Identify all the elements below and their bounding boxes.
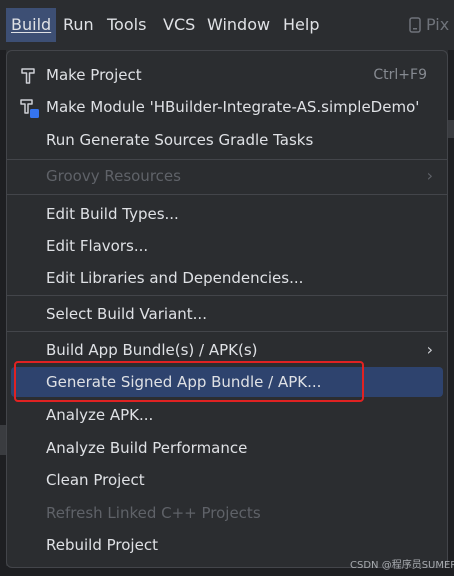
module-hammer-icon [19,98,39,118]
edit-flavors-item[interactable]: Edit Flavors... [11,231,443,261]
menu-window-label: Window [207,15,271,34]
menu-separator [7,159,447,160]
menu-separator [7,331,447,332]
menu-separator [7,194,447,195]
refresh-linked-cpp-item: Refresh Linked C++ Projects [11,498,443,528]
edit-build-types-item[interactable]: Edit Build Types... [11,199,443,229]
menu-window[interactable]: Window [202,8,275,42]
editor-right-gutter [448,50,454,576]
clean-project-label: Clean Project [46,471,145,489]
build-menu-dropdown: Make Project Ctrl+F9 Make Module 'HBuild… [6,50,448,568]
select-build-variant-item[interactable]: Select Build Variant... [11,299,443,329]
menu-run[interactable]: Run [58,8,99,42]
gutter-marker [448,120,454,138]
hammer-icon [19,66,39,86]
refresh-linked-cpp-label: Refresh Linked C++ Projects [46,504,261,522]
submenu-arrow-icon: › [426,166,433,185]
analyze-build-performance-item[interactable]: Analyze Build Performance [11,433,443,463]
analyze-apk-label: Analyze APK... [46,406,154,424]
menu-tools-label: Tools [107,15,147,34]
menu-help[interactable]: Help [278,8,324,42]
menu-build-label: Build [11,15,52,34]
make-module-item[interactable]: Make Module 'HBuilder-Integrate-AS.simpl… [11,92,443,122]
groovy-resources-label: Groovy Resources [46,167,181,185]
menu-tools[interactable]: Tools [102,8,151,42]
submenu-arrow-icon: › [426,340,433,359]
select-build-variant-label: Select Build Variant... [46,305,207,323]
watermark: CSDN @程序员SUMER [350,560,454,571]
edit-flavors-label: Edit Flavors... [46,237,149,255]
menu-vcs-label: VCS [163,15,196,34]
menu-build[interactable]: Build [6,8,57,42]
rebuild-project-label: Rebuild Project [46,536,158,554]
menu-help-label: Help [283,15,320,34]
device-icon [409,17,421,33]
menu-bar: Build Run Tools VCS Window Help Pix [0,0,454,50]
edit-build-types-label: Edit Build Types... [46,205,179,223]
edit-libraries-label: Edit Libraries and Dependencies... [46,269,304,287]
edit-libraries-item[interactable]: Edit Libraries and Dependencies... [11,263,443,293]
analyze-apk-item[interactable]: Analyze APK... [11,400,443,430]
run-config-label: Pix [426,15,450,34]
clean-project-item[interactable]: Clean Project [11,465,443,495]
analyze-build-performance-label: Analyze Build Performance [46,439,248,457]
make-project-label: Make Project [46,66,142,84]
annotation-highlight-box [14,361,364,402]
run-config-selector[interactable]: Pix [408,8,449,42]
run-generate-sources-item[interactable]: Run Generate Sources Gradle Tasks [11,125,443,155]
menu-vcs[interactable]: VCS [158,8,200,42]
menu-run-label: Run [63,15,94,34]
make-project-shortcut: Ctrl+F9 [373,67,427,83]
groovy-resources-item: Groovy Resources › [11,161,443,191]
make-project-item[interactable]: Make Project Ctrl+F9 [11,60,443,90]
run-generate-sources-label: Run Generate Sources Gradle Tasks [46,131,314,149]
make-module-label: Make Module 'HBuilder-Integrate-AS.simpl… [46,98,420,116]
menu-separator [7,295,447,296]
